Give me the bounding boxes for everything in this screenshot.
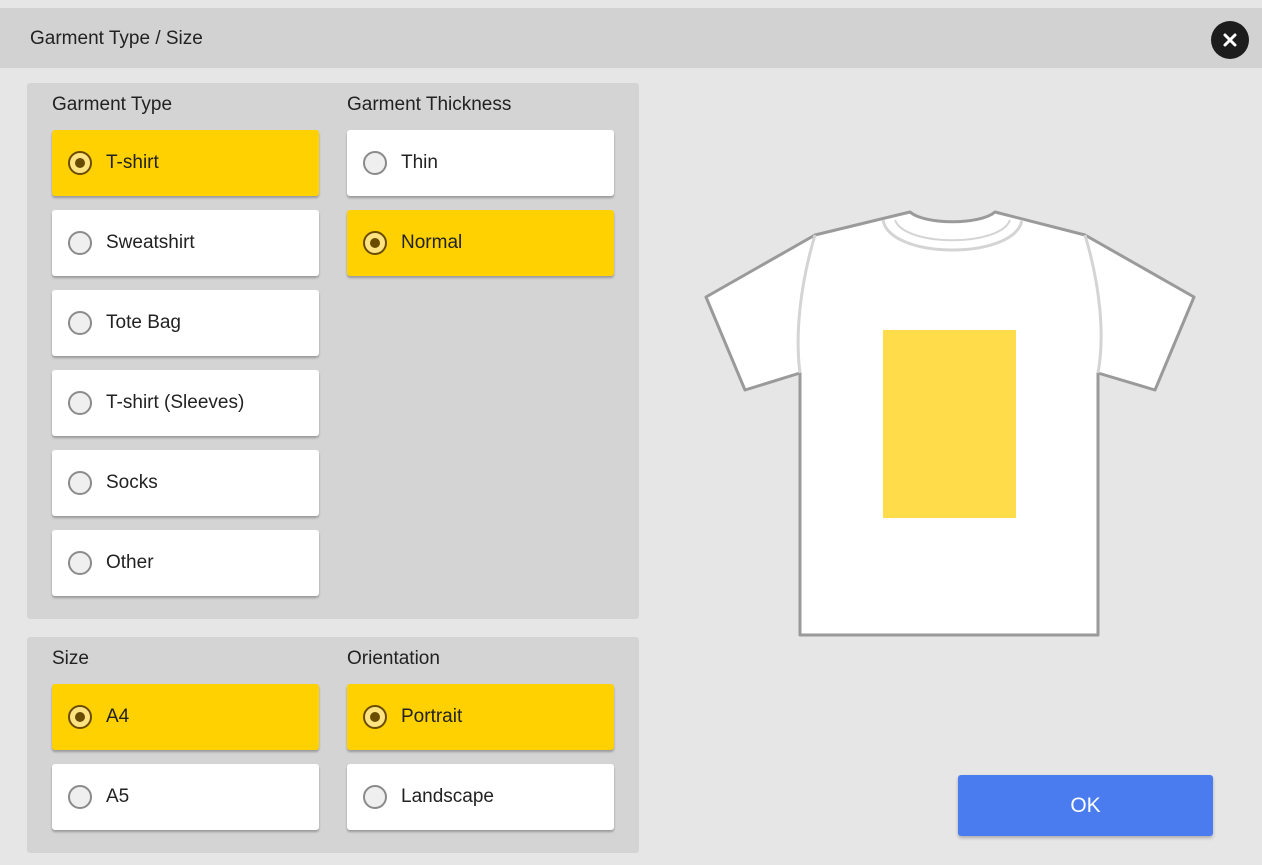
garment-type-label: Garment Type [52, 94, 173, 115]
radio-icon [68, 471, 92, 495]
size-option-a4[interactable]: A4 [52, 684, 319, 750]
dialog-title-bar: Garment Type / Size [0, 8, 1262, 68]
size-group: Size A4 A5 [52, 637, 319, 844]
thickness-option-normal[interactable]: Normal [347, 210, 614, 276]
size-panel: Size A4 A5 Orientation Portrait Landscap… [27, 637, 639, 853]
tshirt-preview-icon [704, 210, 1196, 637]
radio-icon [68, 551, 92, 575]
option-label: T-shirt [106, 152, 159, 173]
option-label: A5 [106, 786, 130, 807]
option-label: Portrait [401, 706, 463, 727]
garment-panel: Garment Type T-shirt Sweatshirt Tote Bag… [27, 83, 639, 619]
radio-icon [68, 785, 92, 809]
garment-type-option-other[interactable]: Other [52, 530, 319, 596]
orientation-option-portrait[interactable]: Portrait [347, 684, 614, 750]
option-label: Landscape [401, 786, 494, 807]
size-label: Size [52, 648, 89, 669]
option-label: Tote Bag [106, 312, 181, 333]
orientation-option-landscape[interactable]: Landscape [347, 764, 614, 830]
option-label: Socks [106, 472, 158, 493]
option-label: Normal [401, 232, 463, 253]
dialog-title: Garment Type / Size [30, 28, 203, 49]
orientation-group: Orientation Portrait Landscape [347, 637, 614, 844]
ok-button[interactable]: OK [958, 775, 1213, 836]
garment-type-option-sweatshirt[interactable]: Sweatshirt [52, 210, 319, 276]
garment-type-group: Garment Type T-shirt Sweatshirt Tote Bag… [52, 83, 319, 610]
garment-type-option-tshirt[interactable]: T-shirt [52, 130, 319, 196]
garment-thickness-group: Garment Thickness Thin Normal [347, 83, 614, 290]
radio-icon [68, 311, 92, 335]
radio-icon [363, 705, 387, 729]
garment-thickness-label: Garment Thickness [347, 94, 512, 115]
radio-icon [363, 785, 387, 809]
option-label: Thin [401, 152, 438, 173]
garment-type-option-socks[interactable]: Socks [52, 450, 319, 516]
thickness-option-thin[interactable]: Thin [347, 130, 614, 196]
print-area [883, 330, 1016, 518]
garment-type-option-tshirt-sleeves[interactable]: T-shirt (Sleeves) [52, 370, 319, 436]
close-icon [1223, 33, 1237, 47]
radio-icon [68, 231, 92, 255]
garment-preview [700, 205, 1200, 645]
option-label: Sweatshirt [106, 232, 195, 253]
radio-icon [68, 151, 92, 175]
radio-icon [68, 391, 92, 415]
orientation-label: Orientation [347, 648, 440, 669]
option-label: Other [106, 552, 154, 573]
close-button[interactable] [1211, 21, 1249, 59]
option-label: T-shirt (Sleeves) [106, 392, 245, 413]
size-option-a5[interactable]: A5 [52, 764, 319, 830]
radio-icon [363, 151, 387, 175]
option-label: A4 [106, 706, 130, 727]
radio-icon [68, 705, 92, 729]
radio-icon [363, 231, 387, 255]
garment-type-option-tote-bag[interactable]: Tote Bag [52, 290, 319, 356]
